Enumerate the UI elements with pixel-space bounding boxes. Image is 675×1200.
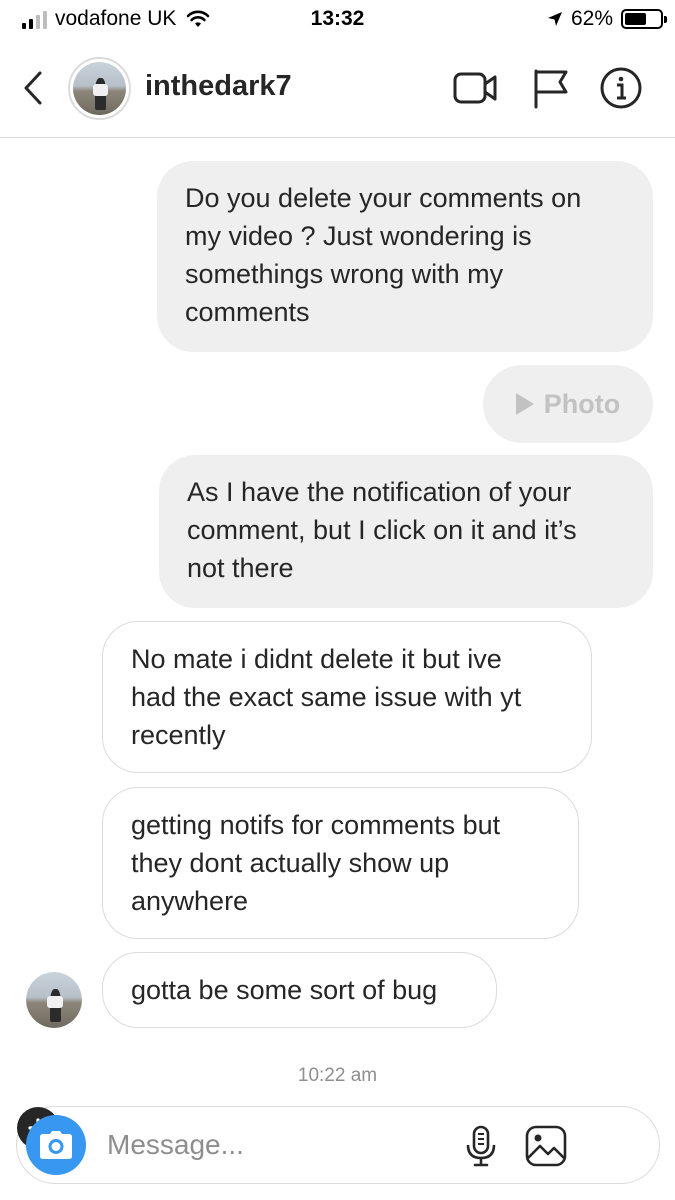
battery-icon [621, 9, 667, 29]
flag-icon[interactable] [528, 67, 574, 109]
camera-button[interactable] [26, 1115, 86, 1175]
photo-message[interactable]: Photo [483, 365, 653, 443]
battery-fill [625, 13, 647, 25]
gallery-icon[interactable] [524, 1124, 568, 1168]
message-line: No mate i didnt delete it but ive [131, 644, 502, 674]
username[interactable]: inthedark7 [145, 70, 292, 103]
incoming-message[interactable]: getting notifs for comments but they don… [102, 787, 579, 939]
message-line: my video ? Just wondering is [185, 221, 532, 251]
status-right: 62% [547, 7, 667, 31]
message-line: had the exact same issue with yt [131, 682, 522, 712]
outgoing-message[interactable]: As I have the notification of your comme… [159, 455, 653, 608]
avatar-image [26, 972, 82, 1028]
back-chevron-icon[interactable] [18, 68, 48, 108]
microphone-icon[interactable] [459, 1124, 503, 1168]
message-line: somethings wrong with my [185, 259, 504, 289]
message-timestamp: 10:22 am [297, 1065, 378, 1086]
message-line: getting notifs for comments but [131, 810, 501, 840]
message-line: comments [185, 297, 310, 327]
photo-label: Photo [543, 388, 621, 419]
message-line: Do you delete your comments on [185, 183, 582, 213]
play-icon [515, 393, 534, 415]
chat-header: inthedark7 [0, 40, 675, 138]
avatar[interactable] [68, 57, 131, 120]
sender-avatar[interactable] [26, 972, 82, 1028]
incoming-message[interactable]: gotta be some sort of bug [102, 952, 497, 1028]
avatar-image [73, 62, 126, 115]
video-call-icon[interactable] [452, 67, 498, 109]
info-icon[interactable] [598, 67, 644, 109]
message-line: not there [187, 553, 294, 583]
message-composer [16, 1106, 660, 1184]
outgoing-message[interactable]: Do you delete your comments on my video … [157, 161, 653, 352]
message-line: As I have the notification of your [187, 477, 572, 507]
location-arrow-icon [547, 12, 562, 26]
incoming-message[interactable]: No mate i didnt delete it but ive had th… [102, 621, 592, 773]
message-input[interactable] [107, 1127, 447, 1163]
status-bar: vodafone UK 13:32 62% [0, 0, 675, 40]
message-line: recently [131, 720, 226, 750]
message-line: gotta be some sort of bug [131, 975, 438, 1005]
message-line: they dont actually show up [131, 848, 450, 878]
camera-icon [40, 1131, 72, 1159]
message-line: comment, but I click on it and it’s [187, 515, 577, 545]
message-line: anywhere [131, 886, 249, 916]
battery-percent: 62% [570, 7, 613, 30]
